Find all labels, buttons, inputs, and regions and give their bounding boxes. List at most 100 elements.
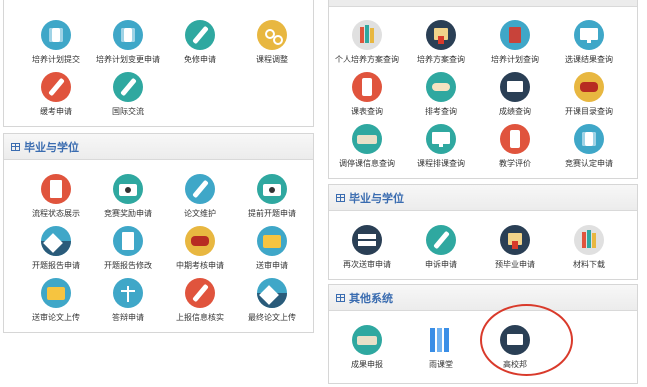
section-title: 其他系统	[349, 291, 393, 305]
app-item[interactable]: 中期考核申请	[160, 226, 240, 271]
app-item-label: 成绩查询	[499, 107, 531, 116]
app-item[interactable]: 调停课信息查询	[327, 124, 407, 169]
books-icon	[574, 225, 604, 255]
app-item-label: 开题报告修改	[104, 261, 152, 270]
app-item-label: 培养计划查询	[491, 55, 539, 64]
app-item-label: 雨课堂	[429, 360, 453, 369]
app-item-label: 课程排课查询	[417, 159, 465, 168]
app-item-label: 上报信息核实	[176, 313, 224, 322]
building-icon	[574, 124, 604, 154]
app-item-label: 开课目录查询	[565, 107, 613, 116]
app-item-label: 国际交流	[112, 107, 144, 116]
app-item[interactable]: 培养计划查询	[475, 20, 555, 65]
app-item[interactable]: 送审申请	[232, 226, 312, 271]
app-item-label: 竞赛认定申请	[565, 159, 613, 168]
certificate-icon	[500, 225, 530, 255]
mountain-icon	[257, 278, 287, 308]
app-item-label: 成果申报	[351, 360, 383, 369]
app-item[interactable]: 开课目录查询	[549, 72, 629, 117]
app-item-label: 培养方案查询	[417, 55, 465, 64]
left-graduation-panel: 毕业与学位 流程状态展示 竞赛奖励申请 论文维护 提前开题申请开题报告申请 开题报告修改…	[3, 133, 314, 333]
right-graduation-panel: 毕业与学位 再次送审申请 申诉申请 预毕业申请 材料下载	[328, 184, 638, 280]
app-item[interactable]: 缓考申请	[16, 72, 96, 117]
right-top-panel: 个人培养方案查询 培养方案查询 培养计划查询 选课结果查询课表查询 排考查询 成绩查询 开课…	[328, 0, 638, 179]
app-item[interactable]: 选课结果查询	[549, 20, 629, 65]
app-item[interactable]: 上报信息核实	[160, 278, 240, 323]
app-item-label: 个人培养方案查询	[335, 55, 399, 64]
pen-icon	[185, 20, 215, 50]
app-item[interactable]: 雨课堂	[401, 325, 481, 370]
app-item[interactable]: 个人培养方案查询	[327, 20, 407, 65]
pen-icon	[185, 174, 215, 204]
app-item[interactable]: 课程调整	[232, 20, 312, 65]
book-icon	[500, 20, 530, 50]
app-item-label: 提前开题申请	[248, 209, 296, 218]
left-graduation-header: 毕业与学位	[4, 134, 313, 160]
grid-icon	[336, 193, 345, 202]
app-item-label: 中期考核申请	[176, 261, 224, 270]
app-item[interactable]: 材料下载	[549, 225, 629, 270]
monitor-icon	[574, 20, 604, 50]
other-systems-header: 其他系统	[329, 285, 637, 311]
app-item[interactable]: 开题报告申请	[16, 226, 96, 271]
app-item[interactable]: 开题报告修改	[88, 226, 168, 271]
app-item[interactable]: 排考查询	[401, 72, 481, 117]
app-item[interactable]: 课程排课查询	[401, 124, 481, 169]
app-item[interactable]: 答辩申请	[88, 278, 168, 323]
app-item[interactable]: 再次送审申请	[327, 225, 407, 270]
app-item-label: 免修申请	[184, 55, 216, 64]
grid-icon	[336, 293, 345, 302]
handshake-icon	[426, 72, 456, 102]
app-item-label: 论文维护	[184, 209, 216, 218]
app-item[interactable]: 提前开题申请	[232, 174, 312, 219]
app-item-label: 申诉申请	[425, 260, 457, 269]
right-graduation-header: 毕业与学位	[329, 185, 637, 211]
bow-icon	[574, 72, 604, 102]
windmill-icon	[113, 278, 143, 308]
mail-icon	[500, 72, 530, 102]
building-icon	[41, 20, 71, 50]
app-item-label: 调停课信息查询	[339, 159, 395, 168]
document-icon	[41, 174, 71, 204]
certificate-icon	[426, 20, 456, 50]
document-icon	[113, 226, 143, 256]
pen-icon	[41, 72, 71, 102]
app-item[interactable]: 流程状态展示	[16, 174, 96, 219]
app-item-label: 再次送审申请	[343, 260, 391, 269]
app-item-label: 送审论文上传	[32, 313, 80, 322]
app-item[interactable]: 申诉申请	[401, 225, 481, 270]
app-item[interactable]: 竞赛认定申请	[549, 124, 629, 169]
pen-icon	[426, 225, 456, 255]
app-item-label: 选课结果查询	[565, 55, 613, 64]
app-item[interactable]: 教学评价	[475, 124, 555, 169]
app-item[interactable]: 竞赛奖励申请	[88, 174, 168, 219]
app-item[interactable]: 成绩查询	[475, 72, 555, 117]
app-item[interactable]: 课表查询	[327, 72, 407, 117]
pen-icon	[113, 72, 143, 102]
app-item[interactable]: 预毕业申请	[475, 225, 555, 270]
app-item[interactable]: 最终论文上传	[232, 278, 312, 323]
keyboard-icon	[352, 325, 382, 355]
pen-icon	[185, 278, 215, 308]
app-item-label: 最终论文上传	[248, 313, 296, 322]
app-item[interactable]: 成果申报	[327, 325, 407, 370]
phone-icon	[500, 124, 530, 154]
app-item[interactable]: 培养方案查询	[401, 20, 481, 65]
app-item[interactable]: 培养计划变更申请	[88, 20, 168, 65]
phone-icon	[352, 72, 382, 102]
app-item-label: 材料下载	[573, 260, 605, 269]
app-item-label: 课表查询	[351, 107, 383, 116]
rain-classroom-icon	[426, 325, 456, 355]
app-item[interactable]: 国际交流	[88, 72, 168, 117]
camera-icon	[113, 174, 143, 204]
mountain-icon	[41, 226, 71, 256]
app-item-label: 送审申请	[256, 261, 288, 270]
app-item-label: 教学评价	[499, 159, 531, 168]
app-item-label: 培养计划提交	[32, 55, 80, 64]
app-item[interactable]: 培养计划提交	[16, 20, 96, 65]
app-item[interactable]: 免修申请	[160, 20, 240, 65]
monitor-icon	[426, 124, 456, 154]
app-item[interactable]: 论文维护	[160, 174, 240, 219]
server-icon	[352, 225, 382, 255]
app-item[interactable]: 送审论文上传	[16, 278, 96, 323]
